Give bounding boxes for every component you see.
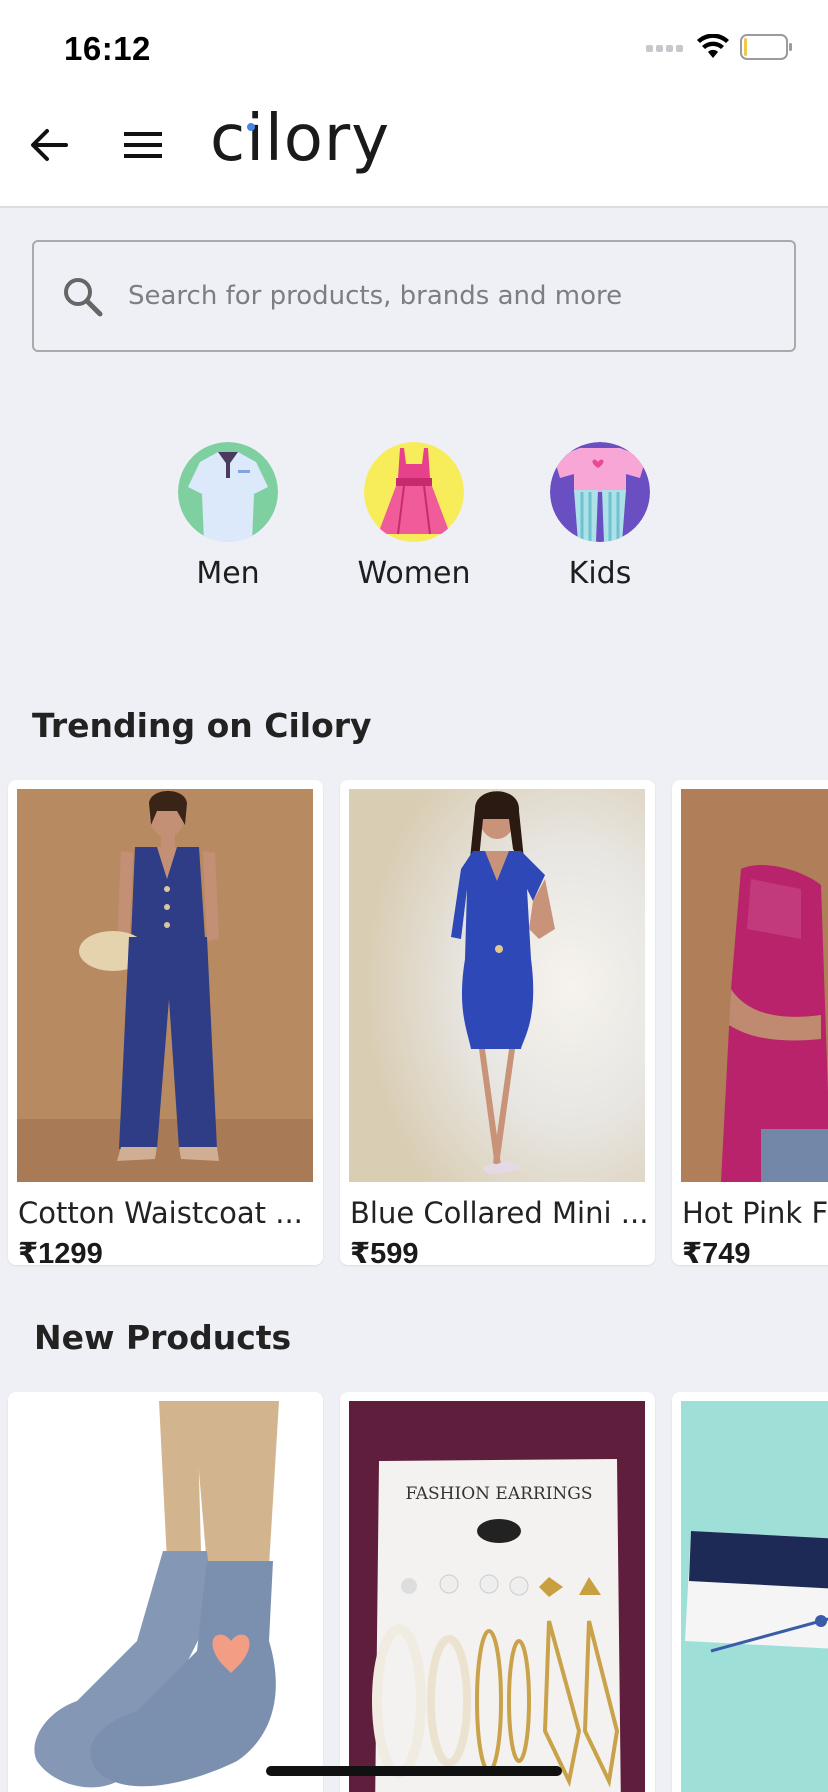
product-price: ₹599 [350,1238,419,1265]
battery-icon [740,34,794,65]
kids-clothes-icon [550,442,650,542]
product-name: Cotton Waistcoat ... [18,1196,303,1230]
back-button[interactable] [26,122,72,168]
product-image-bracelet [681,1401,828,1792]
search-icon [64,278,103,317]
search-input[interactable] [128,270,768,322]
menu-button[interactable] [120,122,166,168]
product-image [681,789,828,1182]
category-label-men: Men [196,556,260,591]
brand-logo[interactable]: cilory [210,102,390,176]
product-image-socks [17,1401,313,1792]
product-image [349,789,645,1182]
product-image [17,789,313,1182]
category-label-kids: Kids [568,556,632,591]
category-men[interactable]: Men [153,442,303,591]
signal-icon [646,41,686,59]
status-icons [646,33,794,65]
new-products-title: New Products [34,1318,292,1357]
product-price: ₹1299 [18,1238,103,1265]
page: 16:12 cilory Search for products, brands… [0,0,828,1792]
product-name: Hot Pink F [682,1196,828,1230]
wifi-icon [696,33,730,65]
earrings-card-text: FASHION EARRINGS [405,1484,592,1504]
product-image-earrings: FASHION EARRINGS [349,1401,645,1792]
category-label-women: Women [357,556,471,591]
shirt-icon [178,442,278,542]
search-bar[interactable] [32,240,796,352]
app-header: cilory [0,96,828,208]
logo-dot [247,123,255,131]
product-card[interactable] [672,1392,828,1792]
product-name: Blue Collared Mini ... [350,1196,649,1230]
product-card[interactable]: Hot Pink F ₹749 [672,780,828,1265]
status-time: 16:12 [64,30,151,67]
arrow-left-icon [31,129,68,161]
category-women[interactable]: Women [339,442,489,591]
trending-title: Trending on Cilory [32,706,372,745]
home-indicator [266,1766,562,1776]
product-card[interactable]: FASHION EARRINGS [340,1392,655,1792]
product-card[interactable]: Blue Collared Mini ... ₹599 [340,780,655,1265]
category-kids[interactable]: Kids [525,442,675,591]
product-card[interactable]: Cotton Waistcoat ... ₹1299 [8,780,323,1265]
status-bar: 16:12 [0,0,828,96]
product-card[interactable] [8,1392,323,1792]
hamburger-menu-icon [124,132,162,158]
product-price: ₹749 [682,1238,751,1265]
dress-icon [364,442,464,542]
